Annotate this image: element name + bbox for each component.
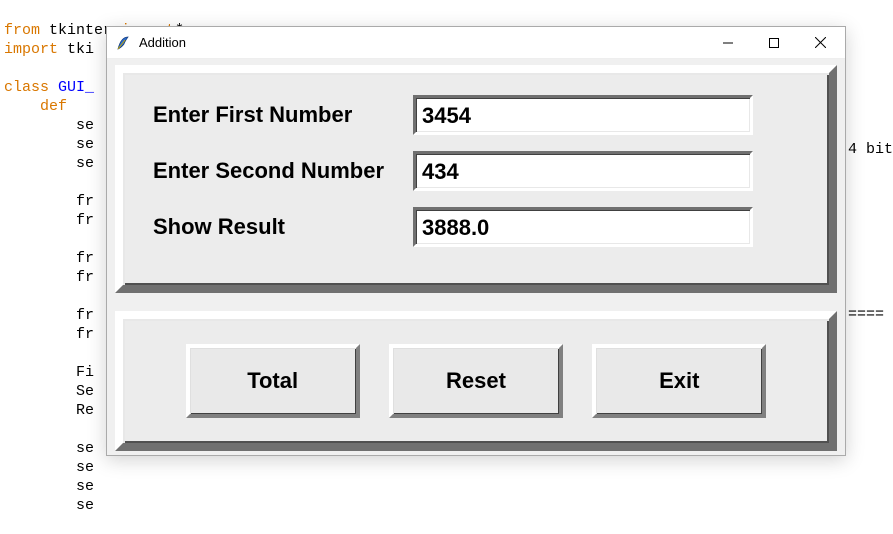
second-number-row: Enter Second Number 434 <box>153 143 809 199</box>
second-number-label: Enter Second Number <box>153 158 413 184</box>
minimize-button[interactable] <box>705 28 751 58</box>
first-number-label: Enter First Number <box>153 102 413 128</box>
tkinter-feather-icon <box>115 35 131 51</box>
maximize-button[interactable] <box>751 28 797 58</box>
close-button[interactable] <box>797 28 843 58</box>
total-button[interactable]: Total <box>186 344 360 418</box>
first-number-input[interactable]: 3454 <box>413 95 753 135</box>
result-row: Show Result 3888.0 <box>153 199 809 255</box>
first-number-row: Enter First Number 3454 <box>153 87 809 143</box>
input-frame: Enter First Number 3454 Enter Second Num… <box>115 65 837 293</box>
addition-window: Addition Enter First Number 3454 Enter S… <box>106 26 846 456</box>
window-title: Addition <box>139 35 705 50</box>
exit-button[interactable]: Exit <box>592 344 766 418</box>
button-frame: Total Reset Exit <box>115 311 837 451</box>
client-area: Enter First Number 3454 Enter Second Num… <box>107 59 845 455</box>
reset-button[interactable]: Reset <box>389 344 563 418</box>
result-label: Show Result <box>153 214 413 240</box>
titlebar[interactable]: Addition <box>107 27 845 59</box>
result-output[interactable]: 3888.0 <box>413 207 753 247</box>
second-number-input[interactable]: 434 <box>413 151 753 191</box>
console-right-fragment: 4 bit ==== <box>848 102 893 362</box>
